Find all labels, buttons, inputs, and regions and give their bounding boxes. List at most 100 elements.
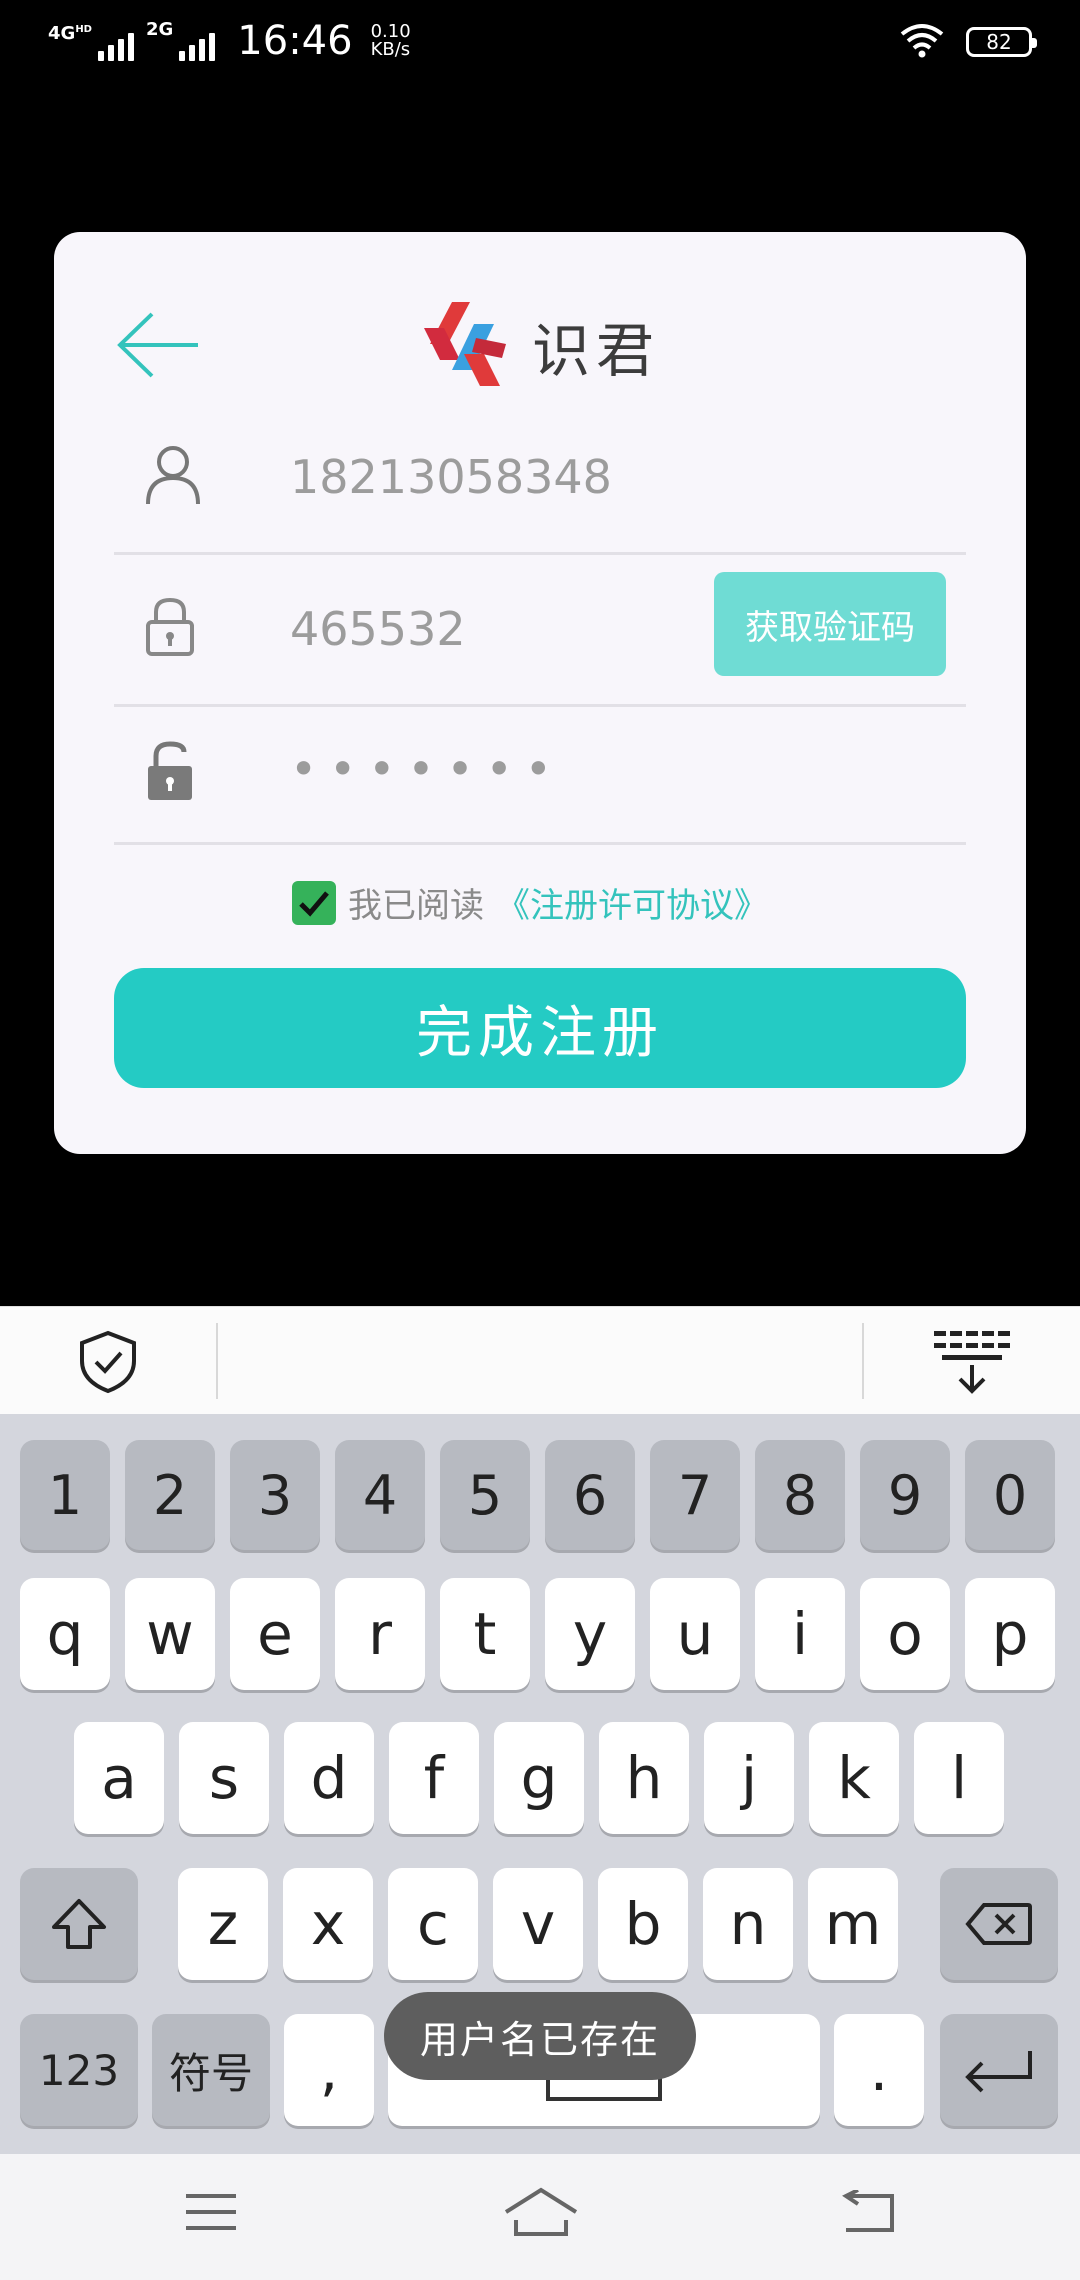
home-icon[interactable] <box>504 2186 578 2242</box>
key-t-label: t <box>473 1600 497 1668</box>
key-f[interactable]: f <box>389 1722 479 1834</box>
key-o[interactable]: o <box>860 1578 950 1690</box>
key-h[interactable]: h <box>599 1722 689 1834</box>
key-7-label: 7 <box>677 1463 713 1527</box>
key-1[interactable]: 1 <box>20 1440 110 1550</box>
status-time: 16:46 <box>237 18 353 64</box>
key-123-label: 123 <box>38 2045 120 2095</box>
key-r-label: r <box>368 1600 392 1668</box>
key-0[interactable]: 0 <box>965 1440 1055 1550</box>
key-x-label: x <box>310 1890 346 1958</box>
key-z[interactable]: z <box>178 1868 268 1980</box>
key-d-label: d <box>310 1744 348 1812</box>
key-6[interactable]: 6 <box>545 1440 635 1550</box>
key-t[interactable]: t <box>440 1578 530 1690</box>
key-w[interactable]: w <box>125 1578 215 1690</box>
key-0-label: 0 <box>992 1463 1028 1527</box>
password-field[interactable]: ••••••• <box>114 704 966 845</box>
key-v[interactable]: v <box>493 1868 583 1980</box>
agree-checkbox[interactable] <box>292 880 336 925</box>
enter-key[interactable] <box>940 2014 1058 2126</box>
key-e-label: e <box>257 1600 293 1668</box>
key-s[interactable]: s <box>179 1722 269 1834</box>
key-comma-label: , <box>319 2036 339 2104</box>
key-a[interactable]: a <box>74 1722 164 1834</box>
key-5[interactable]: 5 <box>440 1440 530 1550</box>
signal-4g-icon: 4GHD <box>48 21 134 61</box>
phone-field[interactable]: 18213058348 <box>114 402 966 555</box>
key-g-label: g <box>520 1744 558 1812</box>
key-period[interactable]: . <box>834 2014 924 2126</box>
key-w-label: w <box>146 1600 194 1668</box>
key-a-label: a <box>101 1744 137 1812</box>
navigation-bar <box>0 2154 1080 2280</box>
key-k[interactable]: k <box>809 1722 899 1834</box>
logo-mark-icon <box>414 298 510 394</box>
shift-arrow-icon <box>52 1899 106 1949</box>
key-m[interactable]: m <box>808 1868 898 1980</box>
key-b[interactable]: b <box>598 1868 688 1980</box>
lock-filled-icon <box>144 740 196 806</box>
app-logo: 识君 <box>414 298 660 394</box>
key-p-label: p <box>991 1600 1029 1668</box>
agree-text: 我已阅读 <box>348 886 484 926</box>
key-8[interactable]: 8 <box>755 1440 845 1550</box>
back-nav-icon[interactable] <box>842 2188 896 2240</box>
password-input[interactable]: ••••••• <box>290 742 564 796</box>
keyboard-collapse-icon[interactable] <box>932 1329 1012 1399</box>
shift-key[interactable] <box>20 1868 138 1980</box>
backspace-key[interactable] <box>940 1868 1058 1980</box>
license-agreement-link[interactable]: 《注册许可协议》 <box>496 878 768 927</box>
menu-icon[interactable] <box>184 2190 238 2238</box>
key-x[interactable]: x <box>283 1868 373 1980</box>
key-c[interactable]: c <box>388 1868 478 1980</box>
key-u[interactable]: u <box>650 1578 740 1690</box>
wifi-icon <box>898 22 946 62</box>
key-i[interactable]: i <box>755 1578 845 1690</box>
key-q[interactable]: q <box>20 1578 110 1690</box>
enter-arrow-icon <box>965 2051 1032 2093</box>
get-code-button[interactable]: 获取验证码 <box>714 572 946 676</box>
key-8-label: 8 <box>782 1463 818 1527</box>
code-field[interactable]: 465532 获取验证码 <box>114 552 966 707</box>
key-l[interactable]: l <box>914 1722 1004 1834</box>
key-symbols[interactable]: 符号 <box>152 2014 270 2126</box>
key-9-label: 9 <box>887 1463 923 1527</box>
key-9[interactable]: 9 <box>860 1440 950 1550</box>
status-left: 4GHD 2G 16:46 0.10 KB/s <box>48 18 411 64</box>
battery-level: 82 <box>986 30 1012 54</box>
key-7[interactable]: 7 <box>650 1440 740 1550</box>
key-d[interactable]: d <box>284 1722 374 1834</box>
signal-2g-icon: 2G <box>146 21 216 61</box>
status-bar: 4GHD 2G 16:46 0.10 KB/s 82 <box>0 0 1080 84</box>
key-4-label: 4 <box>362 1463 398 1527</box>
key-b-label: b <box>624 1890 662 1958</box>
key-j[interactable]: j <box>704 1722 794 1834</box>
network-speed: 0.10 KB/s <box>370 21 411 60</box>
back-arrow-icon[interactable] <box>114 310 204 380</box>
key-3[interactable]: 3 <box>230 1440 320 1550</box>
shield-check-icon[interactable] <box>76 1329 140 1399</box>
key-o-label: o <box>887 1600 923 1668</box>
key-4[interactable]: 4 <box>335 1440 425 1550</box>
key-c-label: c <box>417 1890 449 1958</box>
key-r[interactable]: r <box>335 1578 425 1690</box>
phone-input[interactable]: 18213058348 <box>290 450 612 504</box>
keyboard-toolbar <box>0 1306 1080 1415</box>
key-g[interactable]: g <box>494 1722 584 1834</box>
key-s-label: s <box>208 1744 240 1812</box>
code-input[interactable]: 465532 <box>290 602 466 656</box>
logo-text: 识君 <box>532 317 661 385</box>
complete-registration-button[interactable]: 完成注册 <box>114 968 966 1088</box>
key-y[interactable]: y <box>545 1578 635 1690</box>
key-123[interactable]: 123 <box>20 2014 138 2126</box>
key-n[interactable]: n <box>703 1868 793 1980</box>
key-comma[interactable]: , <box>284 2014 374 2126</box>
key-z-label: z <box>207 1890 239 1958</box>
key-p[interactable]: p <box>965 1578 1055 1690</box>
key-2[interactable]: 2 <box>125 1440 215 1550</box>
key-e[interactable]: e <box>230 1578 320 1690</box>
key-m-label: m <box>824 1890 882 1958</box>
key-j-label: j <box>740 1744 758 1812</box>
key-u-label: u <box>676 1600 714 1668</box>
